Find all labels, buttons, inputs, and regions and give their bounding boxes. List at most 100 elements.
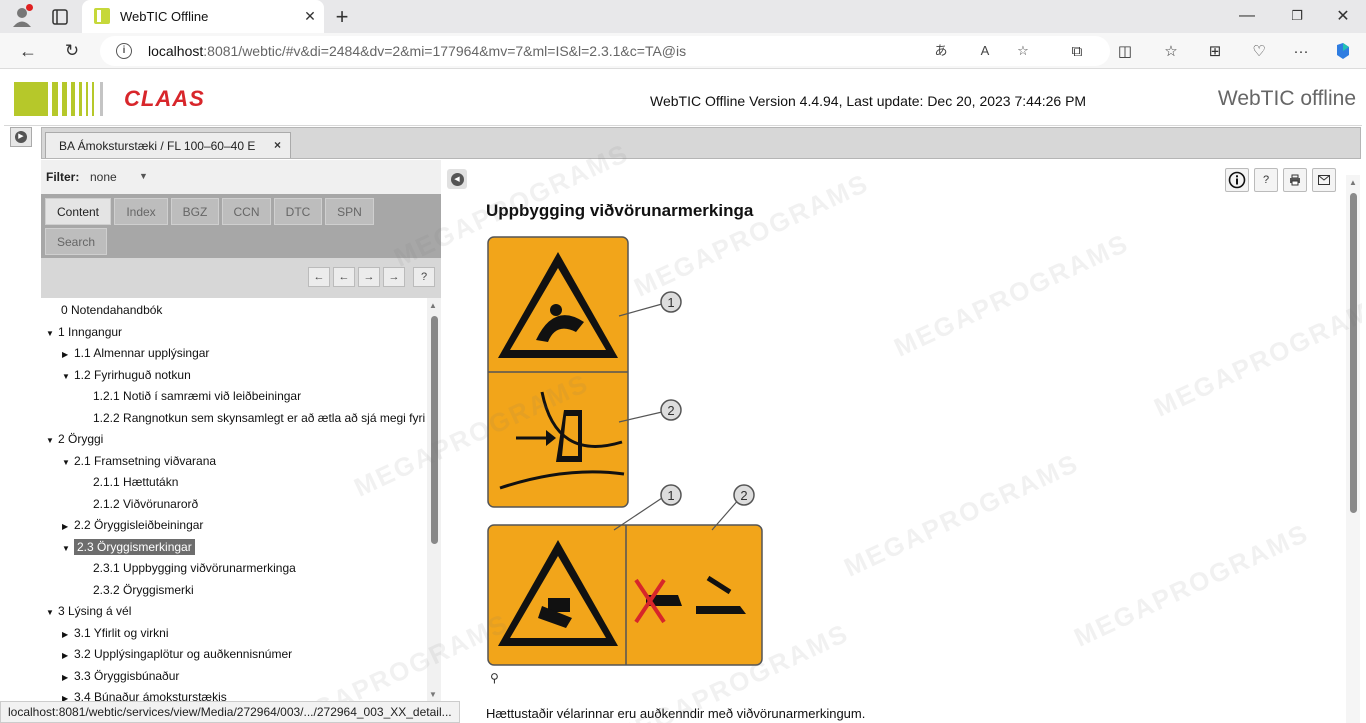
- tree-item-label[interactable]: 2.3.2 Öryggismerki: [93, 583, 194, 597]
- expand-down-icon[interactable]: ▼: [46, 432, 58, 450]
- content-scrollbar[interactable]: ▲: [1346, 175, 1360, 723]
- tab-spn[interactable]: SPN: [325, 198, 374, 225]
- expand-right-icon[interactable]: ▶: [62, 346, 74, 364]
- maximize-icon[interactable]: ❐: [1286, 6, 1308, 26]
- expand-right-icon[interactable]: ▶: [62, 518, 74, 536]
- extensions-icon[interactable]: ⧉: [1065, 39, 1089, 63]
- expand-down-icon[interactable]: ▼: [62, 454, 74, 472]
- tab-bgz[interactable]: BGZ: [171, 198, 219, 225]
- tree-item[interactable]: ▼ 2 Öryggi: [46, 430, 103, 450]
- tree-item-label[interactable]: 2.1 Framsetning viðvarana: [74, 454, 216, 468]
- tab-close-icon[interactable]: ✕: [300, 6, 320, 26]
- info-button[interactable]: [1225, 168, 1249, 192]
- watermark: MEGAPROGRAMS: [839, 447, 1084, 583]
- expand-down-icon[interactable]: ▼: [46, 604, 58, 622]
- previous-page-button[interactable]: ←: [333, 267, 355, 287]
- site-info-icon[interactable]: i: [116, 43, 132, 59]
- reload-icon[interactable]: ↻: [60, 39, 84, 63]
- address-bar[interactable]: i localhost:8081/webtic/#v&di=2484&dv=2&…: [100, 36, 1110, 66]
- new-tab-icon[interactable]: +: [330, 5, 354, 29]
- expand-right-icon[interactable]: ▶: [62, 626, 74, 644]
- scroll-up-icon[interactable]: ▲: [429, 301, 437, 310]
- collections-icon[interactable]: ⊞: [1203, 39, 1227, 63]
- tree-item-label[interactable]: 2 Öryggi: [58, 432, 103, 446]
- first-page-button[interactable]: ←: [308, 267, 330, 287]
- favorite-star-icon[interactable]: ☆: [1012, 41, 1034, 61]
- tree-item[interactable]: ▼ 1 Inngangur: [46, 323, 122, 343]
- document-tab-close-icon[interactable]: ×: [274, 138, 281, 152]
- more-menu-icon[interactable]: ···: [1289, 39, 1313, 63]
- copilot-icon[interactable]: [1331, 39, 1355, 63]
- expand-right-icon[interactable]: ▶: [62, 669, 74, 687]
- tree-item-label[interactable]: 2.3 Öryggismerkingar: [74, 538, 195, 555]
- scroll-down-icon[interactable]: ▼: [429, 690, 437, 699]
- help-button[interactable]: ?: [413, 267, 435, 287]
- chevron-down-icon[interactable]: ▼: [139, 171, 148, 181]
- tree-item-label[interactable]: 1.2 Fyrirhuguð notkun: [74, 368, 191, 382]
- read-aloud-icon[interactable]: あ: [930, 41, 952, 61]
- tree-item[interactable]: 2.3.2 Öryggismerki: [93, 581, 194, 601]
- filter-select[interactable]: none: [90, 170, 117, 184]
- expand-down-icon[interactable]: ▼: [46, 325, 58, 343]
- tree-item[interactable]: 1.2.2 Rangnotkun sem skynsamlegt er að æ…: [93, 409, 425, 429]
- tree-item[interactable]: ▼ 3 Lýsing á vél: [46, 602, 131, 622]
- content-scroll-up-icon[interactable]: ▲: [1349, 178, 1357, 187]
- tree-scroll-thumb[interactable]: [431, 316, 438, 544]
- tree-item-label[interactable]: 2.3.1 Uppbygging viðvörunarmerkinga: [93, 561, 296, 575]
- document-tab[interactable]: BA Ámoksturstæki / FL 100–60–40 E ×: [45, 132, 291, 158]
- performance-icon[interactable]: ♡: [1247, 39, 1271, 63]
- minimize-icon[interactable]: —: [1236, 6, 1258, 26]
- tree-item[interactable]: 2.1.1 Hættutákn: [93, 473, 178, 493]
- tree-nav-buttons: ← ← → → ?: [41, 258, 441, 298]
- tree-item-label[interactable]: 3.3 Öryggisbúnaður: [74, 669, 179, 683]
- tree-item[interactable]: 0 Notendahandbók: [61, 301, 162, 321]
- tree-item[interactable]: ▼ 1.2 Fyrirhuguð notkun: [62, 366, 191, 386]
- tree-item-label[interactable]: 1.1 Almennar upplýsingar: [74, 346, 209, 360]
- split-screen-icon[interactable]: ◫: [1113, 39, 1137, 63]
- tree-item[interactable]: 2.1.2 Viðvörunarorð: [93, 495, 198, 515]
- tree-item-label[interactable]: 1.2.2 Rangnotkun sem skynsamlegt er að æ…: [93, 411, 425, 425]
- sidebar-toggle-button[interactable]: ▶: [10, 127, 32, 147]
- window-close-icon[interactable]: ✕: [1332, 6, 1354, 26]
- tab-ccn[interactable]: CCN: [222, 198, 271, 225]
- browser-tab[interactable]: WebTIC Offline ✕: [82, 0, 324, 33]
- next-page-button[interactable]: →: [358, 267, 380, 287]
- tree-item-label[interactable]: 1 Inngangur: [58, 325, 122, 339]
- help-content-button[interactable]: ?: [1254, 168, 1278, 192]
- tree-item[interactable]: 2.3.1 Uppbygging viðvörunarmerkinga: [93, 559, 296, 579]
- tab-search[interactable]: Search: [45, 228, 107, 255]
- print-button[interactable]: [1283, 168, 1307, 192]
- favorites-icon[interactable]: ☆: [1159, 39, 1183, 63]
- tree-item[interactable]: ▶ 3.1 Yfirlit og virkni: [62, 624, 168, 644]
- tab-dtc[interactable]: DTC: [274, 198, 322, 225]
- expand-down-icon[interactable]: ▼: [62, 368, 74, 386]
- tree-item[interactable]: ▼ 2.1 Framsetning viðvarana: [62, 452, 216, 472]
- email-button[interactable]: [1312, 168, 1336, 192]
- tree-item[interactable]: ▶ 2.2 Öryggisleiðbeiningar: [62, 516, 203, 536]
- tree-item-label[interactable]: 3.1 Yfirlit og virkni: [74, 626, 168, 640]
- tree-item-label[interactable]: 2.1.2 Viðvörunarorð: [93, 497, 198, 511]
- tree-scrollbar[interactable]: ▲ ▼: [427, 298, 441, 723]
- expand-right-icon[interactable]: ▶: [62, 647, 74, 665]
- tree-item[interactable]: ▶ 3.2 Upplýsingaplötur og auðkennisnúmer: [62, 645, 292, 665]
- text-size-icon[interactable]: A: [974, 41, 996, 61]
- back-icon[interactable]: ←: [16, 39, 40, 63]
- collapse-panel-button[interactable]: ◀: [447, 169, 467, 189]
- tree-item-label[interactable]: 3 Lýsing á vél: [58, 604, 131, 618]
- tab-content[interactable]: Content: [45, 198, 111, 225]
- tree-item-label[interactable]: 3.2 Upplýsingaplötur og auðkennisnúmer: [74, 647, 292, 661]
- tree-item[interactable]: 1.2.1 Notið í samræmi við leiðbeiningar: [93, 387, 301, 407]
- expand-down-icon[interactable]: ▼: [62, 540, 74, 558]
- tab-index[interactable]: Index: [114, 198, 168, 225]
- tree-item[interactable]: ▼ 2.3 Öryggismerkingar: [62, 538, 195, 558]
- tree-item[interactable]: ▶ 1.1 Almennar upplýsingar: [62, 344, 209, 364]
- tree-item-label[interactable]: 0 Notendahandbók: [61, 303, 162, 317]
- tree-item-label[interactable]: 1.2.1 Notið í samræmi við leiðbeiningar: [93, 389, 301, 403]
- content-scroll-thumb[interactable]: [1350, 193, 1357, 513]
- tree-item[interactable]: ▶ 3.3 Öryggisbúnaður: [62, 667, 179, 687]
- last-page-button[interactable]: →: [383, 267, 405, 287]
- tree-item-label[interactable]: 2.2 Öryggisleiðbeiningar: [74, 518, 203, 532]
- tree-item-label[interactable]: 2.1.1 Hættutákn: [93, 475, 178, 489]
- tab-actions-icon[interactable]: [48, 6, 72, 28]
- zoom-magnifier-icon[interactable]: ⚲: [490, 671, 499, 685]
